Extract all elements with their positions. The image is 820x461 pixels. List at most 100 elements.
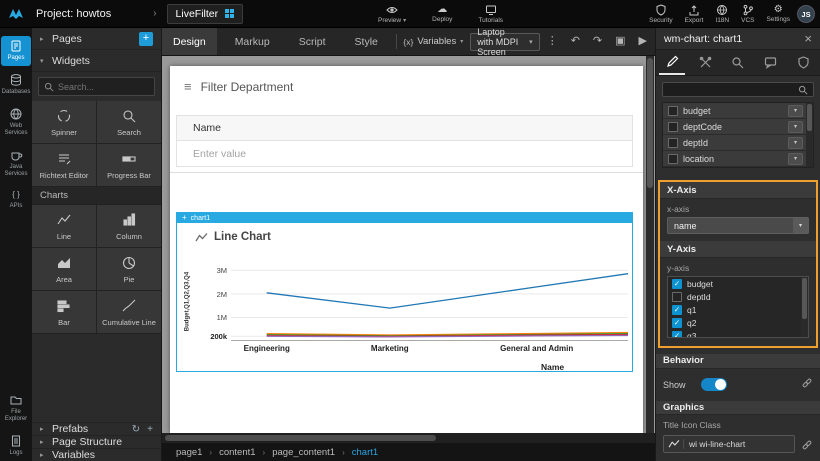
security-button[interactable]: Security xyxy=(649,0,672,28)
more-options-icon[interactable]: ⋮ xyxy=(547,36,558,47)
option-checkbox[interactable] xyxy=(672,292,682,302)
redo-icon[interactable]: ↷ xyxy=(593,36,602,47)
tutorials-button[interactable]: Tutorials xyxy=(478,0,503,28)
add-page-button[interactable]: + xyxy=(139,32,153,46)
field-dropdown-button[interactable]: ▾ xyxy=(788,105,803,117)
refresh-icon[interactable]: ↻ xyxy=(132,424,140,435)
drag-handle-icon[interactable]: + xyxy=(182,214,187,222)
breadcrumb-page1[interactable]: page1 xyxy=(176,447,202,458)
widget-search-input[interactable] xyxy=(58,82,149,92)
page-artboard[interactable]: ≡ Filter Department Name Enter value + c… xyxy=(170,66,643,433)
tab-style[interactable]: Style xyxy=(344,28,389,55)
field-checkbox[interactable] xyxy=(668,154,678,164)
widget-selection-bar[interactable]: + chart1 xyxy=(177,213,632,223)
bind-icon[interactable] xyxy=(801,438,813,456)
rail-label: Pages xyxy=(1,55,31,62)
properties-panel-header: wm-chart: chart1 × xyxy=(656,28,820,50)
tab-search[interactable] xyxy=(725,50,751,75)
widgets-section-header[interactable]: ▾ Widgets xyxy=(32,50,161,72)
run-icon[interactable]: ▶ xyxy=(639,36,647,47)
rail-item-java-services[interactable]: Java Services xyxy=(1,145,31,182)
widget-tile-cumulative-line[interactable]: Cumulative Line xyxy=(97,291,161,333)
widget-tile-search[interactable]: Search xyxy=(97,101,161,143)
variables-section-header[interactable]: ▸ Variables xyxy=(32,449,161,461)
add-prefab-icon[interactable]: + xyxy=(147,424,153,435)
rail-label: Java Services xyxy=(1,164,31,178)
page-tab-livefilter[interactable]: LiveFilter xyxy=(167,4,244,24)
caret-down-icon: ▾ xyxy=(460,38,463,45)
rail-item-databases[interactable]: Databases xyxy=(1,70,31,100)
canvas-horizontal-scrollbar[interactable] xyxy=(162,433,655,443)
field-checkbox[interactable] xyxy=(668,122,678,132)
rail-item-web-services[interactable]: Web Services xyxy=(1,104,31,141)
settings-button[interactable]: ⚙ Settings xyxy=(767,0,791,28)
i18n-button[interactable]: I18N xyxy=(715,0,729,28)
breadcrumb-content1[interactable]: content1 xyxy=(219,447,255,458)
variables-menu[interactable]: {x} Variables ▾ xyxy=(403,36,463,47)
field-checkbox[interactable] xyxy=(668,106,678,116)
widget-tile-richtext-editor[interactable]: Richtext Editor xyxy=(32,144,96,186)
breadcrumb-page-content1[interactable]: page_content1 xyxy=(272,447,335,458)
rail-item-pages[interactable]: Pages xyxy=(1,36,31,66)
canvas-vertical-scrollbar[interactable] xyxy=(646,56,654,433)
option-checkbox[interactable] xyxy=(672,318,682,328)
rail-item-logs[interactable]: Logs xyxy=(1,431,31,461)
x-axis-select[interactable]: name ▾ xyxy=(667,217,809,234)
scrollbar-thumb[interactable] xyxy=(647,58,653,188)
tab-design[interactable]: Design xyxy=(162,28,217,55)
tab-script[interactable]: Script xyxy=(288,28,337,55)
field-checkbox[interactable] xyxy=(668,138,678,148)
app-logo[interactable] xyxy=(0,5,32,23)
deploy-button[interactable]: ☁ Deploy xyxy=(432,0,452,28)
prefabs-section-header[interactable]: ▸ Prefabs ↻ + xyxy=(32,423,161,436)
selected-chart-widget[interactable]: + chart1 Line Chart Budget,Q1,Q2,Q3,Q4 3… xyxy=(176,212,633,372)
tab-properties[interactable] xyxy=(659,50,685,75)
tab-markup[interactable]: Markup xyxy=(224,28,281,55)
option-checkbox[interactable] xyxy=(672,279,682,289)
tab-security[interactable] xyxy=(791,50,817,75)
undo-icon[interactable]: ↶ xyxy=(571,36,580,47)
y-axis-listbox: budget deptId q1 q2 xyxy=(667,276,809,338)
device-select[interactable]: Laptop with MDPI Screen ▾ xyxy=(470,33,539,51)
breadcrumb-chart1[interactable]: chart1 xyxy=(352,447,378,458)
widget-tile-pie[interactable]: Pie xyxy=(97,248,161,290)
scrollbar-thumb[interactable] xyxy=(802,278,807,319)
name-input[interactable]: Enter value xyxy=(177,141,632,166)
bind-icon[interactable] xyxy=(801,376,813,394)
scrollbar-thumb[interactable] xyxy=(807,104,812,131)
widget-tile-column[interactable]: Column xyxy=(97,205,161,247)
widget-tile-line[interactable]: Line xyxy=(32,205,96,247)
tab-styles[interactable] xyxy=(692,50,718,75)
variables-menu-label: Variables xyxy=(417,36,456,47)
widget-tile-bar[interactable]: Bar xyxy=(32,291,96,333)
scrollbar-thumb[interactable] xyxy=(165,435,436,441)
copy-icon[interactable]: ▣ xyxy=(615,36,625,47)
field-list-scrollbar[interactable] xyxy=(806,103,813,167)
tab-events[interactable] xyxy=(758,50,784,75)
export-button[interactable]: Export xyxy=(685,0,704,28)
filter-panel-header[interactable]: ≡ Filter Department xyxy=(184,79,293,94)
show-toggle[interactable] xyxy=(701,378,727,391)
widget-tile-spinner[interactable]: Spinner xyxy=(32,101,96,143)
shield-icon xyxy=(655,4,667,16)
pages-section-header[interactable]: ▸ Pages + xyxy=(32,28,161,50)
search-icon xyxy=(121,108,137,124)
widget-tile-progress-bar[interactable]: Progress Bar xyxy=(97,144,161,186)
field-dropdown-button[interactable]: ▾ xyxy=(788,121,803,133)
grid-icon[interactable] xyxy=(225,9,234,18)
close-icon[interactable]: × xyxy=(804,31,812,46)
vcs-button[interactable]: VCS xyxy=(741,0,754,28)
widget-tile-area[interactable]: Area xyxy=(32,248,96,290)
rail-item-file-explorer[interactable]: File Explorer xyxy=(1,390,31,427)
option-checkbox[interactable] xyxy=(672,305,682,315)
title-icon-class-input[interactable]: wi wi-line-chart xyxy=(663,435,795,453)
rail-item-apis[interactable]: { } APIs xyxy=(1,186,31,214)
property-search-input[interactable] xyxy=(668,85,794,95)
avatar[interactable]: JS xyxy=(797,5,815,23)
page-structure-section-header[interactable]: ▸ Page Structure xyxy=(32,436,161,449)
preview-button[interactable]: Preview▾ xyxy=(378,0,406,28)
listbox-scrollbar[interactable] xyxy=(801,277,808,337)
field-dropdown-button[interactable]: ▾ xyxy=(788,153,803,165)
option-checkbox[interactable] xyxy=(672,331,682,339)
field-dropdown-button[interactable]: ▾ xyxy=(788,137,803,149)
